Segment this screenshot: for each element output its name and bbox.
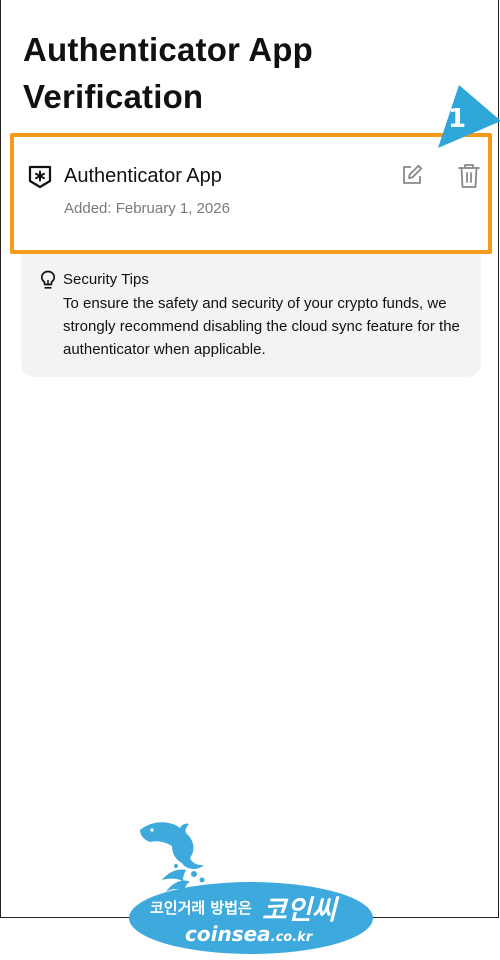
edit-icon[interactable] xyxy=(400,163,424,187)
authenticator-name: Authenticator App xyxy=(64,165,222,187)
security-tips-title: Security Tips xyxy=(63,271,149,288)
callout-number: 1 xyxy=(448,104,467,134)
watermark-tagline: 코인거래 방법은 xyxy=(150,899,252,917)
watermark-site-main: coinsea xyxy=(185,922,271,946)
security-tips-body: To ensure the safety and security of you… xyxy=(63,295,460,358)
authenticator-added-date: Added: February 1, 2026 xyxy=(64,200,230,217)
lightbulb-icon xyxy=(40,270,56,289)
app-screen: Authenticator App Verification Authentic… xyxy=(0,0,500,918)
trash-icon[interactable] xyxy=(457,163,481,189)
watermark-site: coinsea.co.kr xyxy=(185,922,312,946)
security-tips-box: Security Tips To ensure the safety and s… xyxy=(21,254,481,377)
shield-asterisk-icon xyxy=(28,165,52,189)
watermark-site-suffix: .co.kr xyxy=(270,930,313,945)
page-title: Authenticator App Verification xyxy=(23,31,313,115)
authenticator-card[interactable]: Authenticator App Added: February 1, 202… xyxy=(10,133,492,254)
